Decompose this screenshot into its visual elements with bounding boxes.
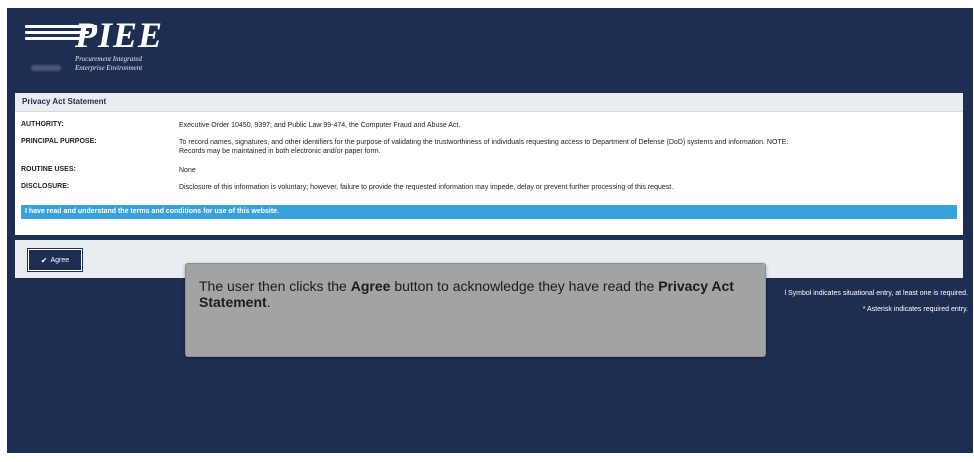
piee-logo: PIEE Procurement Integrated Enterprise E… <box>25 15 175 78</box>
agree-button-label: Agree <box>50 256 70 264</box>
callout-text-part: button to acknowledge they have read the <box>390 278 659 294</box>
agree-button[interactable]: ✔ Agree <box>28 249 82 271</box>
row-label: PRINCIPAL PURPOSE: <box>21 138 97 145</box>
logo-blurred-mark <box>31 65 61 71</box>
callout-text: The user then clicks the Agree button to… <box>199 278 749 310</box>
row-label: AUTHORITY: <box>21 121 64 128</box>
tutorial-callout: The user then clicks the Agree button to… <box>185 263 766 357</box>
row-value: Executive Order 10450, 9397; and Public … <box>179 122 461 129</box>
row-value: To record names, signatures, and other i… <box>179 139 789 155</box>
row-label: DISCLOSURE: <box>21 183 70 190</box>
logo-text: PIEE <box>75 15 164 55</box>
row-value: Disclosure of this information is volunt… <box>179 184 674 191</box>
callout-bold-agree: Agree <box>350 278 391 294</box>
privacy-act-panel: Privacy Act Statement AUTHORITY: Executi… <box>15 93 963 235</box>
logo-subtitle-line2: Enterprise Environment <box>75 64 143 72</box>
row-value: None <box>179 167 196 174</box>
row-label: ROUTINE USES: <box>21 166 76 173</box>
panel-title: Privacy Act Statement <box>15 93 963 112</box>
check-icon: ✔ <box>40 255 48 265</box>
acknowledgement-banner: I have read and understand the terms and… <box>21 205 957 219</box>
logo-subtitle-line1: Procurement Integrated <box>75 55 142 63</box>
required-entry-legend: * Asterisk indicates required entry. <box>862 306 968 313</box>
callout-text-part: The user then clicks the <box>199 278 351 294</box>
callout-text-part: . <box>266 294 271 310</box>
situational-entry-legend: l Symbol indicates situational entry, at… <box>784 290 968 297</box>
